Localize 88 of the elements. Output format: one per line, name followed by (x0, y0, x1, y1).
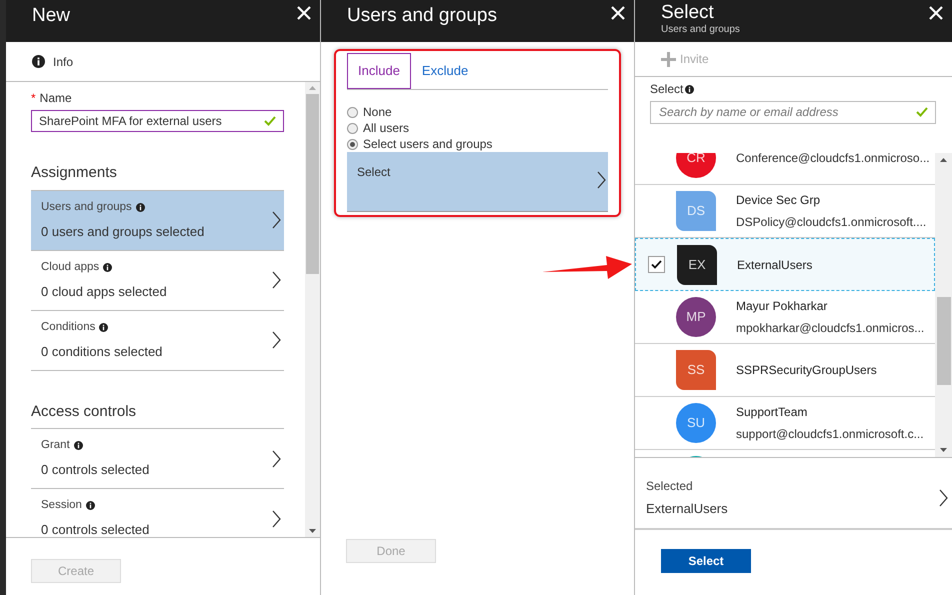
scroll-down-icon[interactable] (309, 529, 316, 533)
name-label: Name (40, 90, 72, 107)
user-email: mpokharkar@cloudcfs1.onmicros... (736, 320, 924, 337)
user-row[interactable]: CR Conference@cloudcfs1.onmicroso... (635, 153, 935, 185)
info-icon (685, 84, 694, 94)
user-name: SupportTeam (736, 404, 808, 421)
panel-title: Select (661, 2, 715, 24)
name-input[interactable]: SharePoint MFA for external users (31, 110, 284, 132)
search-field[interactable]: Search by name or email address (650, 100, 936, 124)
panel-title: New (32, 4, 70, 28)
info-label[interactable]: Info (53, 52, 74, 70)
item-value: 0 users and groups selected (41, 222, 204, 241)
info-icon (136, 202, 145, 212)
scroll-thumb[interactable] (306, 94, 319, 274)
nav-item[interactable]: Cloud apps 0 cloud apps selected (31, 250, 284, 310)
scroll-up-icon[interactable] (940, 158, 947, 162)
chevron-right-icon (597, 171, 606, 189)
section-heading: Access controls (31, 400, 284, 429)
selected-value: ExternalUsers (646, 500, 728, 518)
radio-button[interactable] (347, 122, 358, 134)
checkmark-icon (651, 260, 662, 269)
nav-item[interactable]: Conditions 0 conditions selected (31, 310, 284, 370)
info-icon (74, 441, 83, 450)
radio-label: Select users and groups (363, 136, 492, 153)
item-label: Grant (41, 438, 70, 454)
selected-row[interactable]: Selected ExternalUsers (635, 468, 952, 530)
user-name: ExternalUsers (737, 256, 812, 274)
required-asterisk: * (31, 90, 36, 107)
check-icon (916, 107, 928, 117)
avatar: DS (676, 191, 716, 231)
scroll-down-icon[interactable] (940, 448, 947, 452)
chevron-right-icon (272, 271, 281, 289)
info-icon (32, 55, 45, 68)
avatar: SS (676, 350, 716, 390)
scroll-thumb[interactable] (936, 297, 950, 385)
user-row[interactable]: SS SSPRSecurityGroupUsers (635, 344, 935, 397)
item-label: Session (41, 498, 82, 514)
avatar: SU (676, 403, 716, 443)
nav-item[interactable]: Grant 0 controls selected (31, 429, 284, 489)
user-row[interactable]: MP Mayur Pokharkar mpokharkar@cloudcfs1.onmicros... (635, 291, 935, 344)
action-button[interactable]: Select (661, 549, 751, 573)
user-name: SSPRSecurityGroupUsers (736, 362, 877, 379)
panel-title: Users and groups (347, 4, 497, 28)
scrollbar[interactable] (305, 82, 320, 537)
close-icon[interactable] (929, 6, 943, 20)
chevron-right-icon (272, 211, 281, 229)
chevron-right-icon (939, 489, 948, 507)
item-value: 0 controls selected (41, 461, 150, 480)
avatar: CR (676, 153, 716, 178)
avatar: MP (676, 297, 716, 337)
radio-button[interactable] (347, 106, 358, 118)
info-icon (99, 322, 108, 332)
chevron-right-icon (272, 331, 281, 349)
tab[interactable]: Exclude (410, 53, 480, 89)
close-icon[interactable] (297, 6, 311, 20)
radio-label: All users (363, 120, 410, 137)
info-icon (103, 262, 112, 272)
checkbox[interactable] (648, 256, 665, 273)
select-row[interactable]: Select (347, 152, 608, 212)
user-email: DSPolicy@cloudcfs1.onmicrosoft.... (736, 214, 926, 231)
user-row[interactable]: SU SupportTeam support@cloudcfs1.onmicrosoft.c... (635, 397, 935, 450)
item-value: 0 controls selected (41, 521, 150, 537)
info-icon (86, 501, 95, 510)
item-label: Users and groups (41, 200, 132, 215)
user-name: Mayur Pokharkar (736, 298, 828, 315)
scrollbar[interactable] (935, 153, 952, 457)
radio-label: None (363, 104, 392, 121)
search-label: Select (650, 81, 684, 98)
item-value: 0 conditions selected (41, 342, 162, 361)
selected-label: Selected (646, 478, 694, 496)
user-row[interactable]: EX ExternalUsers (635, 238, 935, 291)
chevron-right-icon (272, 510, 281, 528)
plus-icon[interactable] (661, 52, 676, 66)
radio-button[interactable] (347, 138, 358, 150)
tab[interactable]: Include (347, 53, 411, 89)
item-label: Cloud apps (41, 260, 100, 275)
user-email: support@cloudcfs1.onmicrosoft.c... (736, 426, 924, 443)
nav-item[interactable]: Session 0 controls selected (31, 489, 284, 537)
item-value: 0 cloud apps selected (41, 282, 167, 301)
close-icon[interactable] (611, 6, 625, 20)
user-email: Conference@cloudcfs1.onmicroso... (736, 153, 930, 167)
avatar: EX (677, 244, 717, 284)
item-label: Conditions (41, 320, 96, 335)
user-name: Device Sec Grp (736, 192, 822, 209)
check-icon (264, 116, 276, 126)
nav-item[interactable]: Users and groups 0 users and groups selected (31, 190, 284, 250)
panel-subtitle: Users and groups (661, 24, 740, 36)
chevron-right-icon (272, 450, 281, 468)
